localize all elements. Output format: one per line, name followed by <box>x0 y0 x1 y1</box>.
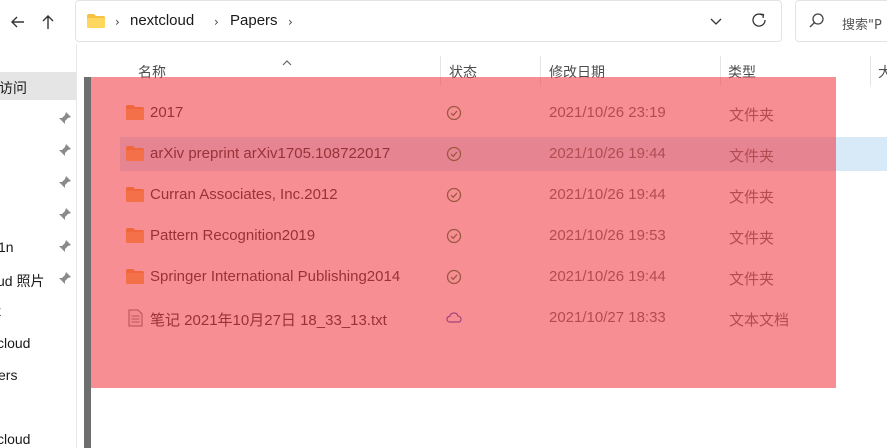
navigation-pane: 访问 1n ud 照片 cloud ers cloud <box>0 44 76 448</box>
pin-icon[interactable] <box>58 143 72 160</box>
chevron-right-icon: › <box>115 15 120 29</box>
file-row[interactable]: arXiv preprint arXiv1705.108722017 2021/… <box>120 137 887 171</box>
breadcrumb-nextcloud[interactable]: nextcloud <box>130 12 194 29</box>
sync-ok-icon <box>446 228 462 248</box>
column-header-name[interactable]: 名称 <box>138 62 166 82</box>
folder-icon <box>126 269 144 288</box>
sidebar-item-k[interactable]: k <box>0 297 76 325</box>
column-divider[interactable] <box>720 56 721 86</box>
selection-edge <box>84 77 91 448</box>
pin-icon[interactable] <box>58 175 72 192</box>
sidebar-item-pinned-4[interactable] <box>0 201 76 229</box>
file-type: 文件夹 <box>729 230 775 247</box>
refresh-icon[interactable] <box>749 10 769 34</box>
file-modified: 2021/10/26 19:53 <box>549 227 666 244</box>
file-type: 文本文档 <box>729 312 790 329</box>
sidebar-item-pinned-2[interactable] <box>0 137 76 165</box>
sync-ok-icon <box>446 269 462 289</box>
file-modified: 2021/10/26 19:44 <box>549 145 666 162</box>
pin-icon[interactable] <box>58 111 72 128</box>
toolbar: › nextcloud › Papers › 搜索"P <box>0 0 887 44</box>
text-file-icon <box>128 309 143 331</box>
file-explorer-window: › nextcloud › Papers › 搜索"P 访问 1n ud 照片 … <box>0 0 887 448</box>
file-type: 文件夹 <box>729 189 775 206</box>
chevron-right-icon: › <box>288 15 293 29</box>
file-row[interactable]: Curran Associates, Inc.2012 2021/10/26 1… <box>120 178 887 212</box>
column-divider[interactable] <box>440 56 441 86</box>
up-button[interactable] <box>34 8 62 36</box>
search-icon <box>808 12 826 34</box>
sync-ok-icon <box>446 105 462 125</box>
column-header-size[interactable]: 大 <box>878 62 887 82</box>
pin-icon[interactable] <box>58 271 72 288</box>
column-divider[interactable] <box>540 56 541 86</box>
file-row[interactable]: Springer International Publishing2014 20… <box>120 260 887 294</box>
file-name: Pattern Recognition2019 <box>150 227 316 244</box>
file-type: 文件夹 <box>729 107 775 124</box>
sort-ascending-icon <box>281 52 293 71</box>
file-type: 文件夹 <box>729 271 775 288</box>
file-modified: 2021/10/27 18:33 <box>549 309 666 326</box>
file-row[interactable]: 2017 2021/10/26 23:19 文件夹 <box>120 96 887 130</box>
pin-icon[interactable] <box>58 239 72 256</box>
chevron-right-icon: › <box>214 15 219 29</box>
sidebar-item-1n[interactable]: 1n <box>0 233 76 261</box>
sidebar-item-pinned-1[interactable] <box>0 105 76 133</box>
folder-icon <box>126 187 144 206</box>
sidebar-item-pinned-3[interactable] <box>0 169 76 197</box>
file-row[interactable]: 笔记 2021年10月27日 18_33_13.txt 2021/10/27 1… <box>120 301 887 335</box>
file-row[interactable]: Pattern Recognition2019 2021/10/26 19:53… <box>120 219 887 253</box>
chevron-down-icon[interactable] <box>709 13 723 32</box>
file-name: Curran Associates, Inc.2012 <box>150 186 338 203</box>
pin-icon[interactable] <box>58 207 72 224</box>
file-name: 2017 <box>150 104 184 121</box>
sidebar-item-nextcloud[interactable]: cloud <box>0 329 76 357</box>
file-name: Springer International Publishing2014 <box>150 268 401 285</box>
column-headers: 名称 状态 修改日期 类型 大 <box>91 52 887 88</box>
sidebar-item-papers[interactable]: ers <box>0 361 76 389</box>
file-modified: 2021/10/26 23:19 <box>549 104 666 121</box>
arrow-up-icon <box>42 15 54 29</box>
back-button[interactable] <box>4 8 32 36</box>
file-modified: 2021/10/26 19:44 <box>549 186 666 203</box>
column-header-modified[interactable]: 修改日期 <box>549 62 605 82</box>
file-modified: 2021/10/26 19:44 <box>549 268 666 285</box>
sync-ok-icon <box>446 146 462 166</box>
column-header-type[interactable]: 类型 <box>728 62 756 82</box>
sync-ok-icon <box>446 187 462 207</box>
breadcrumb-papers[interactable]: Papers <box>230 12 278 29</box>
column-divider[interactable] <box>870 56 871 86</box>
folder-icon <box>86 13 106 33</box>
pane-divider[interactable] <box>76 44 77 448</box>
folder-icon <box>126 146 144 165</box>
cloud-icon <box>446 310 462 329</box>
search-input[interactable]: 搜索"P <box>842 14 882 33</box>
folder-icon <box>126 228 144 247</box>
file-type: 文件夹 <box>729 148 775 165</box>
address-bar[interactable]: › nextcloud › Papers › <box>75 0 782 42</box>
sidebar-item-cloud-photos[interactable]: ud 照片 <box>0 265 76 293</box>
search-box[interactable]: 搜索"P <box>795 0 887 42</box>
sidebar-item-quick-access[interactable]: 访问 <box>0 72 76 100</box>
arrow-left-icon <box>11 16 24 28</box>
folder-icon <box>126 105 144 124</box>
column-header-status[interactable]: 状态 <box>449 62 477 82</box>
sidebar-item-cloud-2[interactable]: cloud <box>0 425 76 448</box>
file-name: 笔记 2021年10月27日 18_33_13.txt <box>150 312 387 329</box>
file-name: arXiv preprint arXiv1705.108722017 <box>150 145 391 162</box>
